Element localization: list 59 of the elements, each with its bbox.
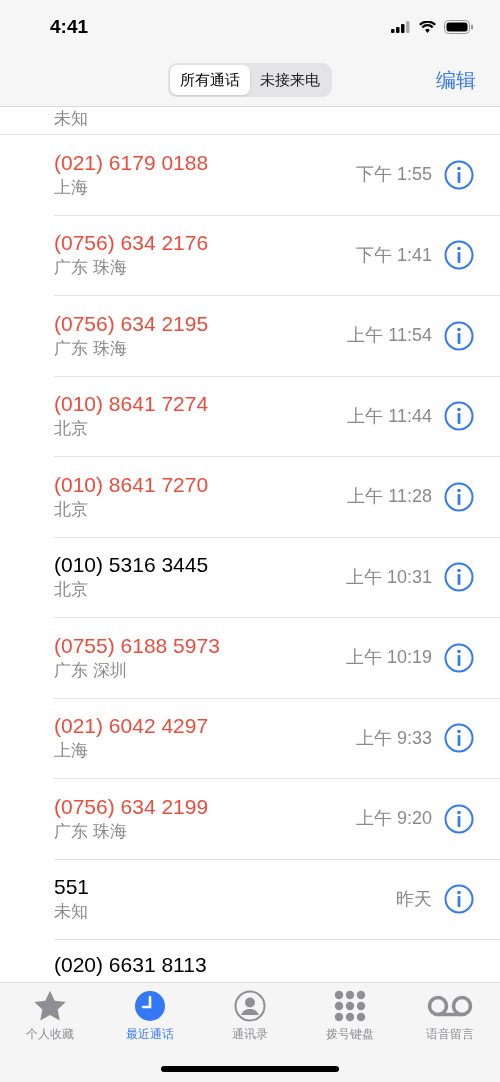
call-time: 上午 11:54	[347, 324, 432, 348]
star-icon	[33, 990, 67, 1022]
keypad-icon	[334, 990, 366, 1022]
clock-icon	[134, 990, 166, 1022]
info-icon[interactable]	[444, 562, 474, 593]
tab-bar-item[interactable]: 个人收藏	[0, 989, 100, 1043]
wifi-icon	[419, 21, 436, 33]
call-location: 广东 珠海	[54, 820, 128, 843]
call-location: 北京	[54, 418, 89, 441]
call-location: 未知	[54, 108, 88, 130]
info-icon[interactable]	[444, 240, 474, 271]
phone-number[interactable]: (020) 6631 8113	[54, 952, 207, 978]
call-time: 上午 9:20	[355, 807, 432, 831]
call-location: 广东 深圳	[54, 659, 128, 682]
info-icon[interactable]	[444, 642, 474, 673]
call-location: 广东 珠海	[54, 257, 128, 280]
call-location: 北京	[54, 579, 89, 602]
phone-number[interactable]: 551	[54, 874, 396, 901]
status-time: 4:41	[50, 14, 89, 39]
tab-bar-item[interactable]: 拨号键盘	[300, 989, 400, 1043]
phone-number[interactable]: (021) 6179 0188	[54, 149, 356, 176]
call-location: 广东 珠海	[54, 337, 128, 360]
info-icon[interactable]	[444, 803, 474, 834]
call-time: 上午 11:44	[347, 404, 432, 428]
phone-number[interactable]: (010) 8641 7270	[54, 471, 348, 498]
phone-number[interactable]: (021) 6042 4297	[54, 713, 356, 740]
call-location: 上海	[54, 740, 89, 763]
info-icon[interactable]	[444, 723, 474, 754]
call-time: 上午 10:19	[345, 646, 432, 670]
call-time: 上午 9:33	[355, 726, 432, 750]
info-icon[interactable]	[444, 159, 474, 190]
info-icon[interactable]	[444, 320, 474, 351]
call-time: 上午 10:31	[345, 565, 432, 589]
battery-icon	[444, 20, 474, 34]
info-icon[interactable]	[444, 884, 474, 915]
segment-tab[interactable]: 所有通话	[170, 65, 250, 95]
tab-bar-item[interactable]: 最近通话	[100, 989, 200, 1043]
person-icon	[234, 990, 266, 1022]
voicemail-icon	[427, 994, 473, 1018]
signal-icon	[391, 21, 411, 33]
edit-button[interactable]: 编辑	[436, 65, 476, 95]
phone-number[interactable]: (0756) 634 2199	[54, 793, 356, 820]
phone-number[interactable]: (0756) 634 2176	[54, 230, 356, 257]
phone-number[interactable]: (010) 8641 7274	[54, 391, 348, 418]
phone-number[interactable]: (0755) 6188 5973	[54, 632, 346, 659]
tab-bar-item[interactable]: 语音留言	[400, 989, 500, 1043]
call-time: 下午 1:41	[355, 243, 432, 267]
call-time: 昨天	[396, 887, 432, 911]
call-location: 上海	[54, 176, 89, 199]
tab-bar-item[interactable]: 通讯录	[200, 989, 300, 1043]
call-time: 下午 1:55	[355, 163, 432, 187]
call-time: 上午 11:28	[347, 485, 432, 509]
info-icon[interactable]	[444, 401, 474, 432]
phone-number[interactable]: (0756) 634 2195	[54, 310, 348, 337]
call-location: 未知	[54, 901, 89, 924]
segment-tab[interactable]: 未接来电	[250, 65, 330, 95]
phone-number[interactable]: (010) 5316 3445	[54, 552, 346, 579]
info-icon[interactable]	[444, 481, 474, 512]
call-location: 北京	[54, 498, 89, 521]
